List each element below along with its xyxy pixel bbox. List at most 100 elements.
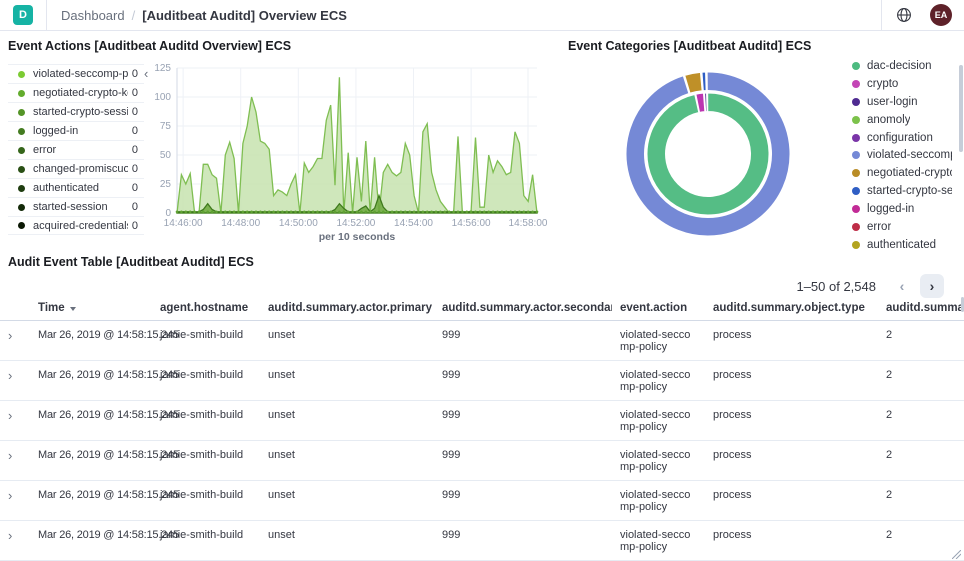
app-logo-icon[interactable]: D: [13, 5, 33, 25]
legend-item[interactable]: started-crypto-se...: [852, 182, 952, 200]
legend-item[interactable]: started-session 0: [8, 197, 144, 216]
legend-item[interactable]: anomoly: [852, 111, 952, 129]
expand-row-icon[interactable]: ›: [8, 408, 12, 423]
legend-item[interactable]: error 0: [8, 140, 144, 159]
legend-item[interactable]: negotiated-crypto...: [852, 164, 952, 182]
legend-item-label: negotiated-crypto-key: [33, 87, 128, 99]
svg-text:100: 100: [154, 92, 171, 103]
expand-row-icon[interactable]: ›: [8, 328, 12, 343]
legend-item[interactable]: dac-decision: [852, 57, 952, 75]
legend-item[interactable]: violated-seccomp-p... 0: [8, 64, 144, 83]
svg-text:25: 25: [160, 179, 172, 190]
chevron-right-icon[interactable]: ›: [920, 274, 944, 298]
cell-time: Mar 26, 2019 @ 14:58:15.245: [30, 401, 152, 441]
cell-actor_secondary: 999: [434, 481, 612, 521]
help-globe-icon[interactable]: [896, 7, 912, 23]
cell-actor_primary: unset: [260, 481, 434, 521]
donut-slice-dac-decision[interactable]: [647, 93, 769, 215]
legend-item[interactable]: error: [852, 218, 952, 236]
cell-object_type: process: [705, 321, 878, 361]
legend-item[interactable]: authenticated 0: [8, 178, 144, 197]
legend-color-dot: [18, 147, 25, 154]
event-categories-donut-chart[interactable]: [620, 66, 796, 242]
event-categories-legend: dac-decision crypto user-login anomoly c…: [852, 57, 952, 254]
legend-item[interactable]: user-login: [852, 93, 952, 111]
legend-color-dot: [852, 205, 860, 213]
cell-summary: 2: [878, 441, 964, 481]
column-header-actor_secondary[interactable]: auditd.summary.actor.secondary: [434, 298, 612, 321]
legend-item-label: anomoly: [867, 114, 910, 126]
cell-object_type: process: [705, 441, 878, 481]
expand-row-icon[interactable]: ›: [8, 528, 12, 543]
legend-item[interactable]: configuration: [852, 129, 952, 147]
legend-item-value: 0: [132, 144, 138, 156]
cell-time: Mar 26, 2019 @ 14:58:15.245: [30, 521, 152, 561]
chevron-left-icon[interactable]: ‹: [890, 274, 914, 298]
area-series-events-total: [177, 77, 537, 213]
cell-object_type: process: [705, 401, 878, 441]
event-actions-area-chart[interactable]: 025507510012514:46:0014:48:0014:50:0014:…: [140, 60, 560, 250]
legend-item[interactable]: logged-in 0: [8, 121, 144, 140]
legend-item-value: 0: [132, 87, 138, 99]
legend-color-dot: [852, 223, 860, 231]
legend-item-value: 0: [132, 220, 138, 232]
sort-desc-icon: [70, 307, 76, 311]
cell-action: violated-seccomp-policy: [612, 521, 705, 561]
cell-time: Mar 26, 2019 @ 14:58:15.245: [30, 361, 152, 401]
column-header-time[interactable]: Time: [30, 298, 152, 321]
column-header-action[interactable]: event.action: [612, 298, 705, 321]
donut-slice-started-crypto-session[interactable]: [702, 72, 706, 91]
column-header-actor_primary[interactable]: auditd.summary.actor.primary: [260, 298, 434, 321]
cell-object_type: process: [705, 521, 878, 561]
legend-item-label: configuration: [867, 132, 933, 144]
cell-action: violated-seccomp-policy: [612, 481, 705, 521]
cell-hostname: jamie-smith-build: [152, 361, 260, 401]
top-navbar: D Dashboard / [Auditbeat Auditd] Overvie…: [0, 0, 964, 31]
legend-color-dot: [852, 80, 860, 88]
table-row: ›Mar 26, 2019 @ 14:58:15.245jamie-smith-…: [0, 481, 964, 521]
cell-actor_secondary: 999: [434, 321, 612, 361]
legend-item-label: error: [33, 144, 128, 156]
legend-color-dot: [18, 204, 25, 211]
legend-item[interactable]: negotiated-crypto-key 0: [8, 83, 144, 102]
legend-item-label: violated-seccomp-p...: [33, 68, 128, 80]
legend-item[interactable]: started-crypto-sessi... 0: [8, 102, 144, 121]
expand-row-icon[interactable]: ›: [8, 448, 12, 463]
cell-time: Mar 26, 2019 @ 14:58:15.245: [30, 321, 152, 361]
legend-item[interactable]: changed-promiscuo... 0: [8, 159, 144, 178]
header-divider: [881, 0, 882, 31]
legend-scrollbar-thumb[interactable]: [959, 65, 963, 152]
cell-actor_primary: unset: [260, 321, 434, 361]
cell-hostname: jamie-smith-build: [152, 321, 260, 361]
x-axis-label: per 10 seconds: [319, 231, 396, 243]
legend-item-label: violated-seccomp...: [867, 149, 952, 161]
header-right: EA: [881, 0, 964, 31]
expand-row-icon[interactable]: ›: [8, 488, 12, 503]
audit-table-panel-title: Audit Event Table [Auditbeat Auditd] ECS: [8, 255, 254, 269]
legend-item-label: authenticated: [867, 239, 936, 251]
user-avatar[interactable]: EA: [930, 4, 952, 26]
cell-hostname: jamie-smith-build: [152, 441, 260, 481]
legend-color-dot: [18, 128, 25, 135]
column-header-summary[interactable]: auditd.summary: [878, 298, 964, 321]
expand-row-icon[interactable]: ›: [8, 368, 12, 383]
column-header-object_type[interactable]: auditd.summary.object.type: [705, 298, 878, 321]
breadcrumb-separator: /: [132, 8, 136, 23]
legend-item[interactable]: logged-in: [852, 200, 952, 218]
legend-item[interactable]: authenticated: [852, 236, 952, 254]
legend-item[interactable]: violated-seccomp...: [852, 146, 952, 164]
resize-handle-icon[interactable]: [952, 550, 961, 559]
column-header-hostname[interactable]: agent.hostname: [152, 298, 260, 321]
legend-item[interactable]: crypto: [852, 75, 952, 93]
svg-text:14:46:00: 14:46:00: [164, 218, 203, 229]
legend-item[interactable]: acquired-credentials 0: [8, 216, 144, 235]
legend-item-value: 0: [132, 201, 138, 213]
table-pagination: 1–50 of 2,548 ‹ ›: [796, 274, 944, 298]
legend-color-dot: [18, 222, 25, 229]
legend-color-dot: [852, 169, 860, 177]
breadcrumb-dashboard-link[interactable]: Dashboard: [61, 8, 125, 23]
svg-text:75: 75: [160, 121, 172, 132]
table-row: › Mar 26, 2019 @ 14:58:15.245jamie-smith-…: [0, 361, 964, 401]
cell-time: Mar 26, 2019 @ 14:58:15.245: [30, 441, 152, 481]
legend-color-dot: [852, 241, 860, 249]
